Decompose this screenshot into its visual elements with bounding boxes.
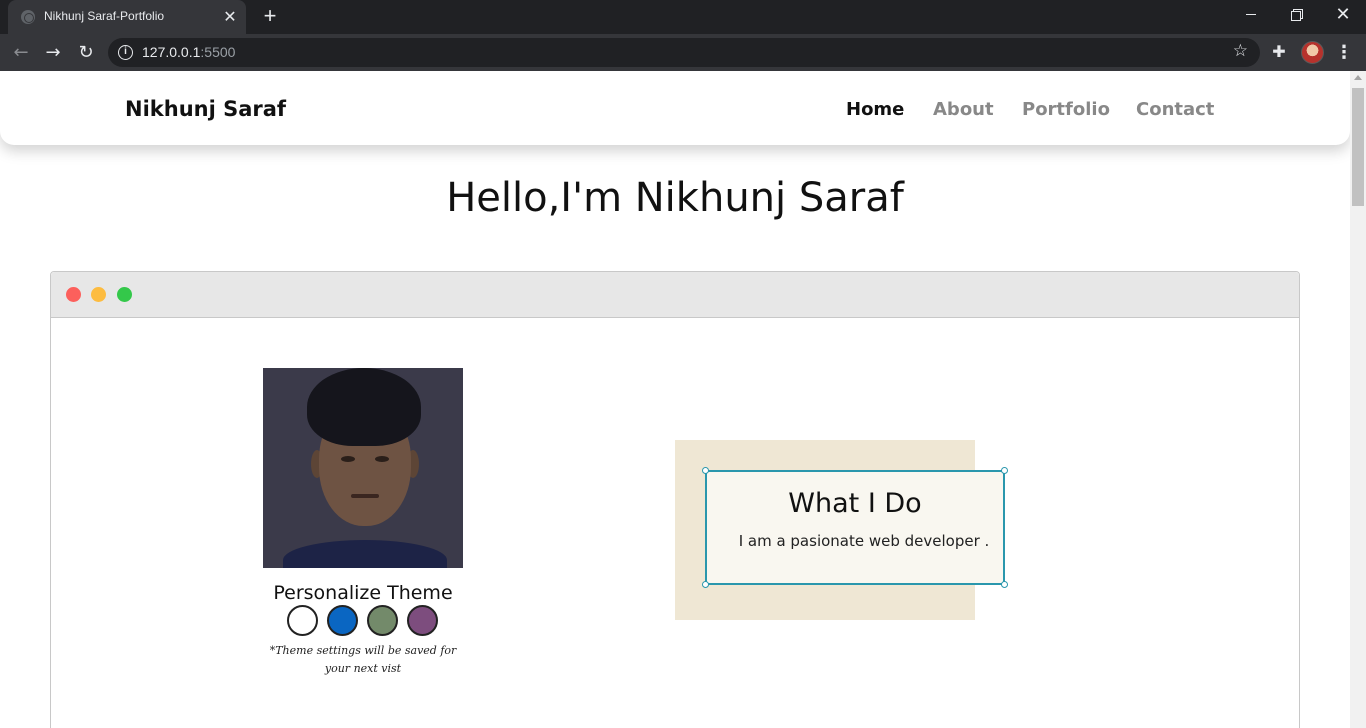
extensions-icon[interactable]: ✚ xyxy=(1268,42,1290,64)
close-tab-icon[interactable]: ✕ xyxy=(220,7,240,27)
back-icon[interactable]: ← xyxy=(8,40,34,66)
minimize-button[interactable] xyxy=(1228,0,1274,30)
nav-portfolio-link[interactable]: Portfolio xyxy=(1022,99,1110,120)
red-dot-icon xyxy=(66,287,81,302)
url-port: :5500 xyxy=(200,44,236,60)
scrollbar-thumb[interactable] xyxy=(1352,88,1364,206)
browser-titlebar: Nikhunj Saraf-Portfolio ✕ + ✕ xyxy=(0,0,1366,34)
resize-handle[interactable] xyxy=(702,467,709,474)
what-i-do-text: I am a pasionate web developer . xyxy=(738,532,990,550)
page-viewport: Nikhunj Saraf Home About Portfolio Conta… xyxy=(0,71,1350,728)
nav-contact-link[interactable]: Contact xyxy=(1136,99,1214,120)
mock-window-titlebar xyxy=(51,272,1299,318)
profile-photo xyxy=(263,368,463,568)
resize-handle[interactable] xyxy=(702,581,709,588)
scroll-up-icon[interactable] xyxy=(1354,75,1362,80)
browser-tab[interactable]: Nikhunj Saraf-Portfolio ✕ xyxy=(8,0,246,34)
menu-icon[interactable]: ⋮ xyxy=(1334,40,1354,66)
site-brand[interactable]: Nikhunj Saraf xyxy=(125,97,286,121)
yellow-dot-icon xyxy=(91,287,106,302)
url-text[interactable]: 127.0.0.1:5500 xyxy=(142,44,235,60)
close-window-button[interactable]: ✕ xyxy=(1320,0,1366,30)
profile-avatar[interactable] xyxy=(1301,41,1324,64)
address-bar[interactable]: i 127.0.0.1:5500 ☆ xyxy=(108,38,1260,67)
mock-window: Personalize Theme *Theme settings will b… xyxy=(50,271,1300,728)
forward-icon[interactable]: → xyxy=(40,40,66,66)
theme-swatch-green[interactable] xyxy=(367,605,398,636)
nav-home-link[interactable]: Home xyxy=(846,99,904,120)
tab-title: Nikhunj Saraf-Portfolio xyxy=(44,9,165,23)
what-i-do-card: What I Do I am a pasionate web developer… xyxy=(702,467,1008,588)
what-i-do-title: What I Do xyxy=(788,488,922,519)
page-scrollbar[interactable] xyxy=(1350,71,1366,728)
new-tab-button[interactable]: + xyxy=(258,5,282,29)
globe-icon xyxy=(21,10,35,24)
bookmark-star-icon[interactable]: ☆ xyxy=(1233,41,1248,61)
restore-button[interactable] xyxy=(1274,0,1320,30)
theme-swatch-purple[interactable] xyxy=(407,605,438,636)
theme-note: *Theme settings will be saved for your n… xyxy=(269,644,457,675)
theme-swatch-blue[interactable] xyxy=(327,605,358,636)
reload-icon[interactable]: ↻ xyxy=(73,40,99,66)
site-navbar: Nikhunj Saraf Home About Portfolio Conta… xyxy=(0,71,1350,145)
resize-handle[interactable] xyxy=(1001,581,1008,588)
hero-title: Hello,I'm Nikhunj Saraf xyxy=(446,175,904,221)
url-host: 127.0.0.1 xyxy=(142,44,201,60)
nav-about-link[interactable]: About xyxy=(933,99,994,120)
browser-toolbar: ← → ↻ i 127.0.0.1:5500 ☆ ✚ ⋮ xyxy=(0,34,1366,71)
personalize-theme-title: Personalize Theme xyxy=(273,582,453,604)
resize-handle[interactable] xyxy=(1001,467,1008,474)
green-dot-icon xyxy=(117,287,132,302)
theme-swatch-white[interactable] xyxy=(287,605,318,636)
site-info-icon[interactable]: i xyxy=(118,45,133,60)
